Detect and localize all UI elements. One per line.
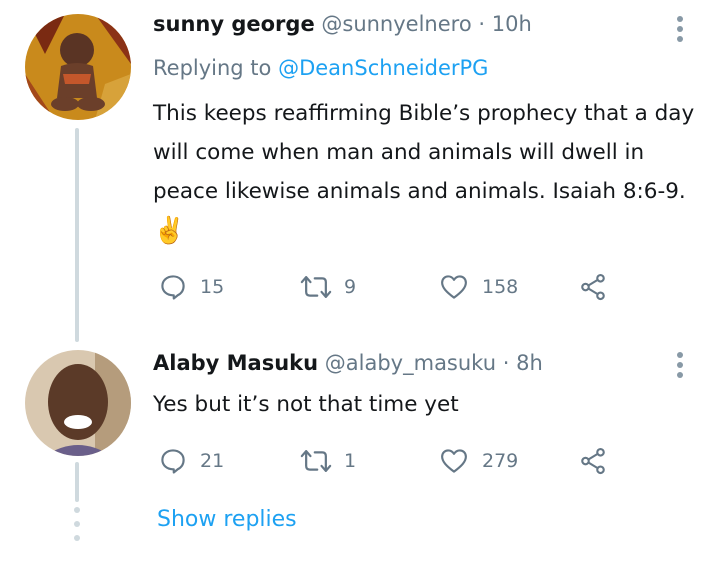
thread-continuation-dots	[73, 507, 81, 541]
tweet-text: Yes but it’s not that time yet	[153, 385, 459, 424]
avatar[interactable]	[25, 14, 131, 120]
show-replies-link[interactable]: Show replies	[157, 507, 297, 532]
reply-button[interactable]: 21	[158, 443, 224, 479]
reply-count: 21	[200, 450, 225, 472]
tweet-header: sunny george @sunnyelnero · 10h	[153, 12, 532, 36]
reply-icon	[161, 275, 185, 300]
display-name[interactable]: sunny george	[153, 12, 315, 36]
share-icon	[581, 273, 605, 301]
handle[interactable]: @alaby_masuku	[325, 351, 496, 375]
share-icon	[581, 447, 605, 475]
heart-icon	[441, 449, 467, 473]
retweet-count: 1	[344, 450, 357, 472]
replying-to-handle[interactable]: @DeanSchneiderPG	[278, 56, 488, 80]
tweet-text-line: Yes but it’s not that time yet	[153, 392, 459, 417]
thread-line-lower	[75, 462, 79, 502]
tweet-text: This keeps reaffirming Bible’s prophecy …	[153, 94, 694, 251]
tweet-header: Alaby Masuku @alaby_masuku · 8h	[153, 351, 543, 375]
reply-count: 15	[200, 276, 225, 298]
tweet-text-line: This keeps reaffirming Bible’s prophecy …	[153, 101, 695, 126]
timestamp[interactable]: 8h	[516, 351, 543, 375]
avatar[interactable]	[25, 350, 131, 456]
replying-to: Replying to @DeanSchneiderPG	[153, 56, 488, 80]
thread-line-upper	[75, 128, 79, 342]
separator: ·	[502, 351, 510, 375]
retweet-button[interactable]: 1	[300, 443, 356, 479]
tweet-text-line: will come when man and animals will dwel…	[153, 140, 645, 165]
tweet-actions: 21 1 279	[153, 443, 633, 479]
tweet-text-line: peace likewise animals and animals. Isai…	[153, 179, 686, 204]
reply-icon	[161, 449, 185, 474]
retweet-count: 9	[344, 276, 357, 298]
retweet-icon	[300, 450, 332, 472]
retweet-icon	[300, 276, 332, 298]
reply-button[interactable]: 15	[158, 269, 224, 305]
tweet-actions: 15 9 158	[153, 269, 633, 305]
share-button[interactable]	[578, 269, 608, 305]
replying-to-label: Replying to	[153, 56, 272, 80]
emoji-victory-hand: ✌️	[153, 216, 186, 246]
display-name[interactable]: Alaby Masuku	[153, 351, 318, 375]
timestamp[interactable]: 10h	[492, 12, 532, 36]
separator: ·	[478, 12, 486, 36]
more-options-icon[interactable]	[671, 12, 689, 46]
like-count: 279	[482, 450, 519, 472]
like-count: 158	[482, 276, 519, 298]
like-button[interactable]: 279	[438, 443, 518, 479]
handle[interactable]: @sunnyelnero	[321, 12, 471, 36]
more-options-icon[interactable]	[671, 348, 689, 382]
retweet-button[interactable]: 9	[300, 269, 356, 305]
heart-icon	[441, 275, 467, 299]
share-button[interactable]	[578, 443, 608, 479]
like-button[interactable]: 158	[438, 269, 518, 305]
